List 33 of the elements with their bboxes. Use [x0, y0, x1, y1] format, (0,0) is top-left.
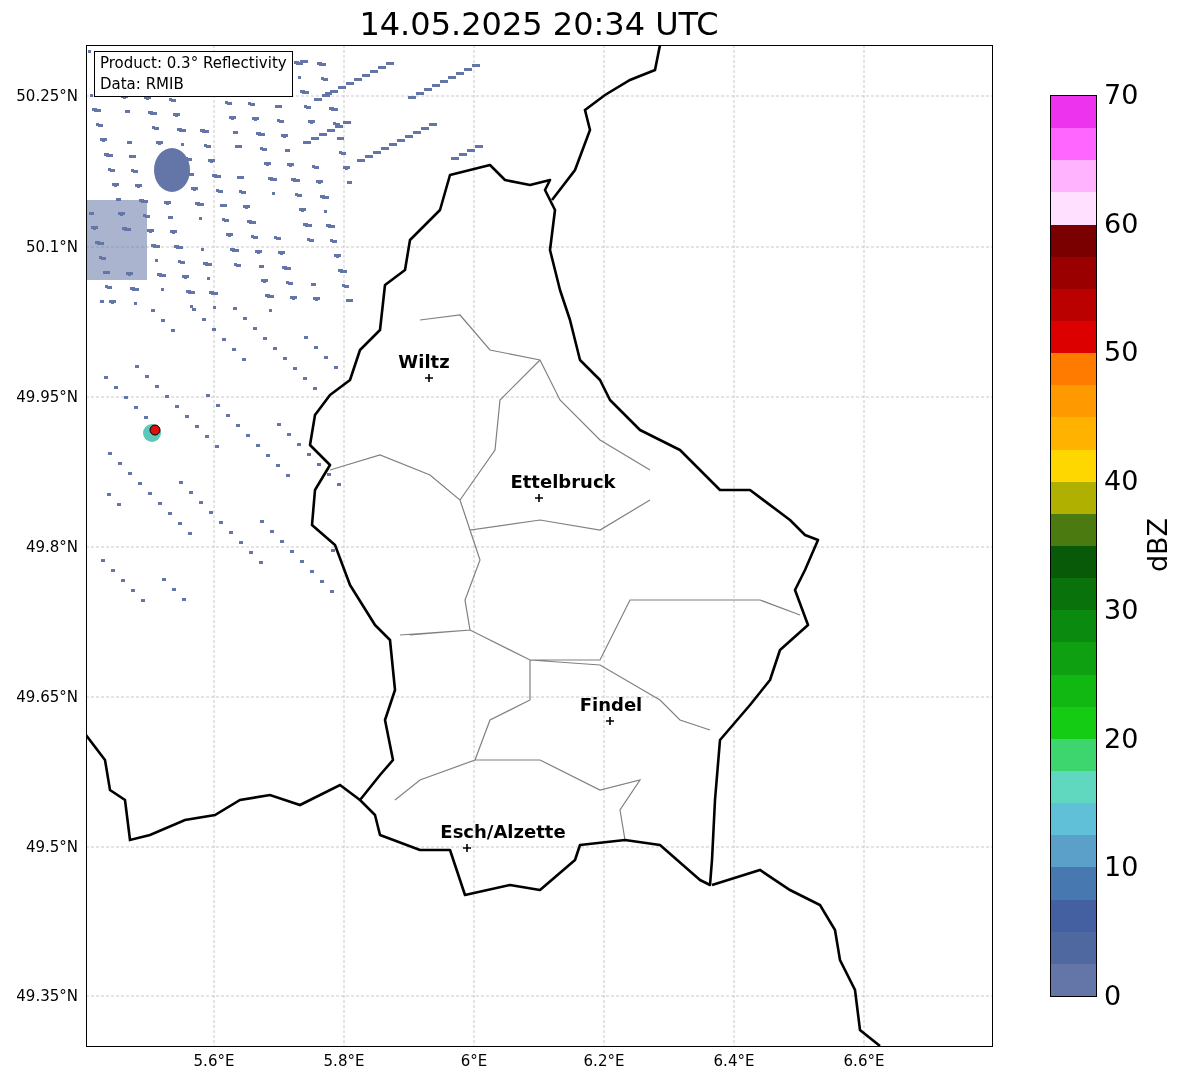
longitude-label: 6°E: [459, 1051, 489, 1071]
colorbar-tick-label: 10: [1104, 852, 1139, 883]
city-label: Ettelbruck: [509, 471, 617, 493]
longitude-label: 5.8°E: [322, 1051, 366, 1071]
colorbar-label: dBZ: [1143, 516, 1173, 575]
latitude-label: 49.5°N: [24, 837, 78, 857]
longitude-label: 6.4°E: [712, 1051, 756, 1071]
longitude-label: 5.6°E: [192, 1051, 236, 1071]
latitude-label: 49.8°N: [24, 537, 78, 557]
latitude-label: 50.25°N: [15, 86, 78, 106]
longitude-label: 6.6°E: [842, 1051, 886, 1071]
city-label: Esch/Alzette: [439, 821, 567, 843]
city-label: Wiltz: [397, 351, 451, 373]
latitude-label: 49.65°N: [15, 687, 78, 707]
colorbar-tick-label: 40: [1104, 466, 1139, 497]
colorbar-tick-label: 30: [1104, 594, 1139, 625]
legend-text: Data: RMIB: [100, 74, 185, 95]
colorbar-tick-label: 20: [1104, 723, 1139, 754]
latitude-label: 50.1°N: [24, 237, 78, 257]
chart-title: 14.05.2025 20:34 UTC: [358, 4, 720, 44]
latitude-label: 49.95°N: [15, 387, 78, 407]
city-marker-icon: [606, 717, 614, 725]
longitude-label: 6.2°E: [582, 1051, 626, 1071]
city-marker-icon: [425, 374, 433, 382]
city-label: Findel: [578, 694, 644, 716]
city-marker-icon: [535, 494, 543, 502]
city-marker-icon: [463, 844, 471, 852]
colorbar-tick-label: 0: [1104, 981, 1122, 1011]
colorbar-tick-label: 60: [1104, 208, 1139, 239]
latitude-label: 49.35°N: [15, 986, 78, 1006]
legend-text: Product: 0.3° Reflectivity: [100, 53, 287, 74]
colorbar-tick-label: 70: [1104, 80, 1139, 110]
colorbar-tick-label: 50: [1104, 337, 1139, 368]
